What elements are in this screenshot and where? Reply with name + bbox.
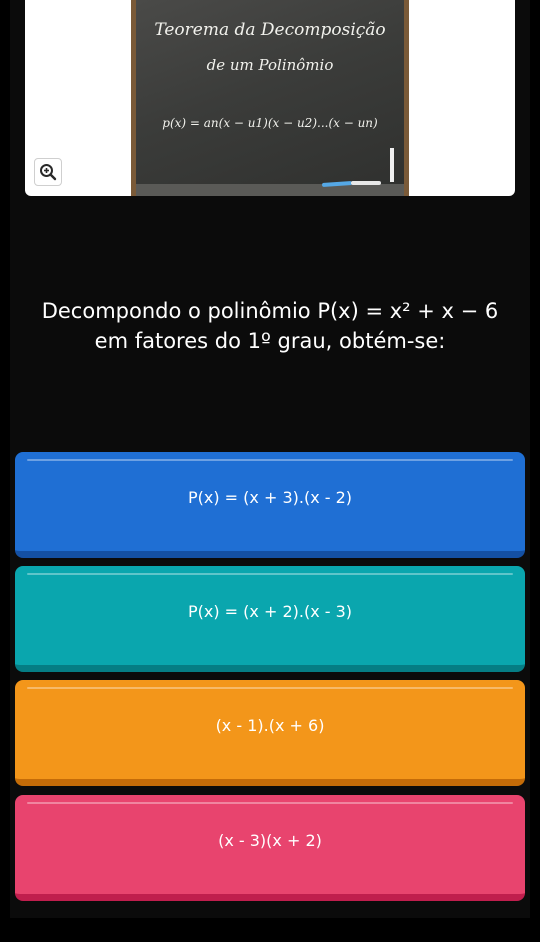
answer-option-1[interactable]: P(x) = (x + 3).(x - 2) <box>15 452 525 558</box>
question-text: Decompondo o polinômio P(x) = x² + x − 6… <box>10 296 530 356</box>
answer-option-3[interactable]: (x - 1).(x + 6) <box>15 680 525 786</box>
zoom-in-icon <box>40 164 57 181</box>
answer-label: (x - 1).(x + 6) <box>215 716 325 735</box>
blackboard-subtitle: de um Polinômio <box>206 56 334 74</box>
blackboard-image: Teorema da Decomposição de um Polinômio … <box>131 0 409 196</box>
question-line-1: Decompondo o polinômio P(x) = x² + x − 6 <box>41 299 499 323</box>
blackboard-formula: p(x) = an(x − u1)(x − u2)...(x − un) <box>162 116 378 130</box>
chalk-ledge <box>136 184 404 196</box>
chalk-mark <box>390 148 394 182</box>
blackboard-title: Teorema da Decomposição <box>154 20 386 40</box>
question-line-2: em fatores do 1º grau, obtém-se: <box>94 329 446 353</box>
answer-label: (x - 3)(x + 2) <box>218 831 322 850</box>
zoom-button[interactable] <box>34 158 62 186</box>
answer-label: P(x) = (x + 3).(x - 2) <box>187 488 353 507</box>
question-image: Teorema da Decomposição de um Polinômio … <box>25 0 515 196</box>
answer-label: P(x) = (x + 2).(x - 3) <box>187 602 353 621</box>
answer-option-4[interactable]: (x - 3)(x + 2) <box>15 795 525 901</box>
white-chalk <box>351 181 381 185</box>
answer-option-2[interactable]: P(x) = (x + 2).(x - 3) <box>15 566 525 672</box>
